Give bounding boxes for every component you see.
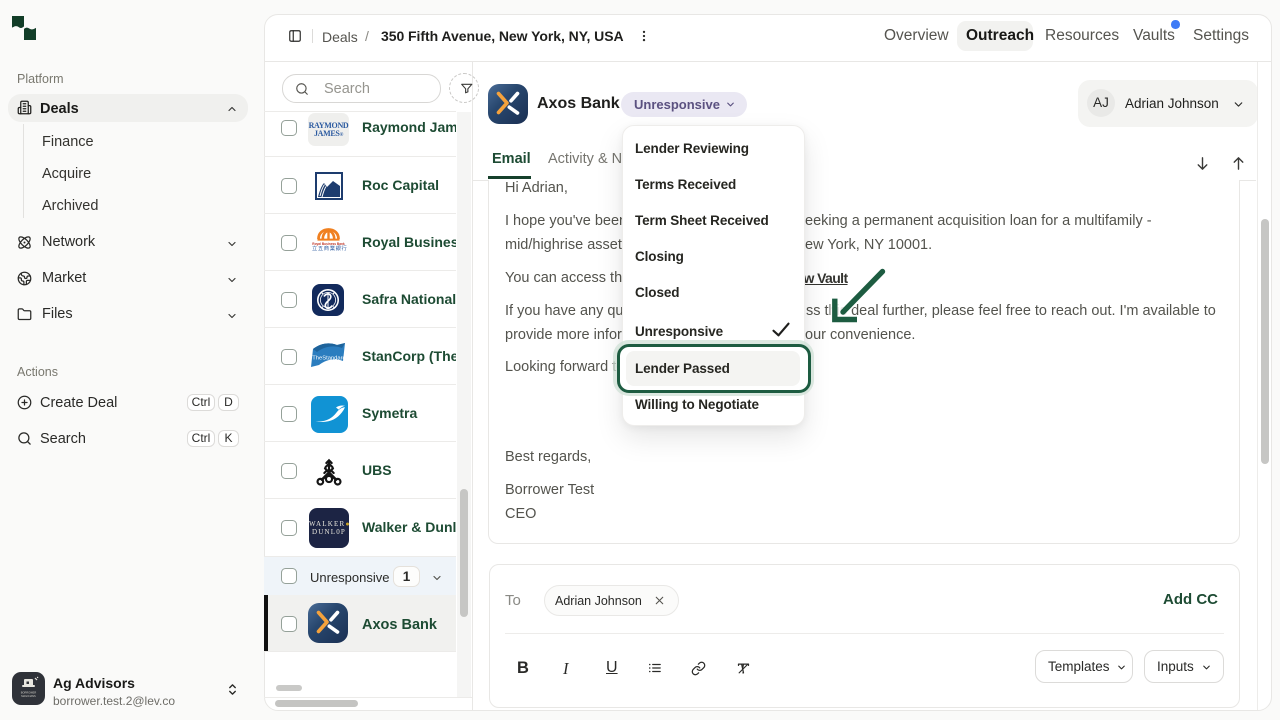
svg-text:TheStandard: TheStandard [312, 356, 346, 362]
svg-text:MAGICIANS: MAGICIANS [21, 694, 36, 698]
